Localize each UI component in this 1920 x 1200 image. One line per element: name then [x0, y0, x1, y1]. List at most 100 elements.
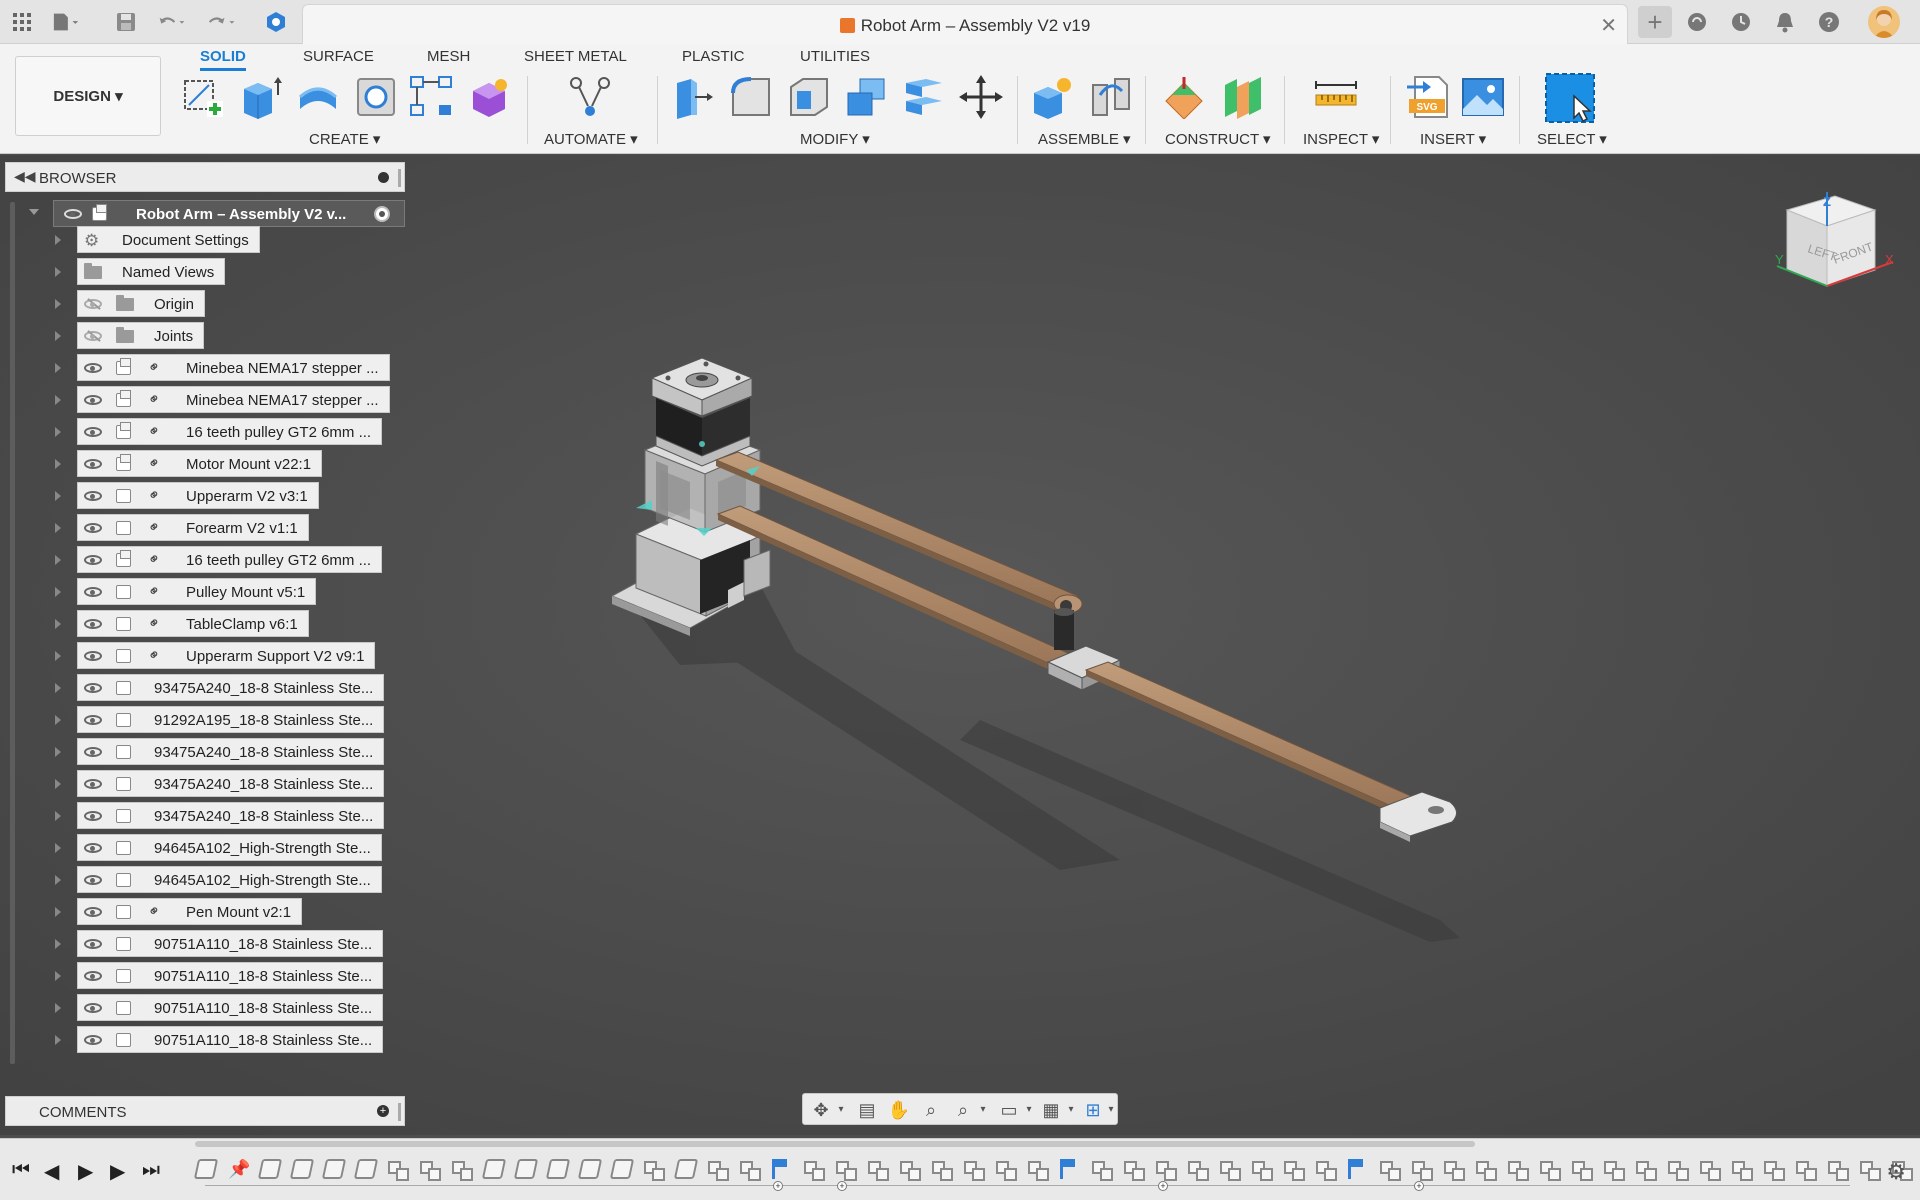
tab-mesh[interactable]: MESH — [427, 48, 470, 65]
timeline-feature-icon[interactable] — [257, 1159, 283, 1179]
browser-node[interactable]: ⚭ Upperarm V2 v3:1 — [77, 482, 319, 509]
timeline-feature-icon[interactable] — [193, 1159, 219, 1179]
browser-node[interactable]: ⚭ Upperarm Support V2 v9:1 — [77, 642, 375, 669]
tab-sheet-metal[interactable]: SHEET METAL — [524, 48, 627, 65]
timeline-feature-icon[interactable] — [644, 1159, 665, 1181]
expand-icon[interactable] — [55, 555, 61, 565]
timeline-group-marker[interactable]: + — [1158, 1181, 1168, 1191]
inspect-group-label[interactable]: INSPECT ▾ — [1303, 130, 1379, 148]
play-icon[interactable]: ▶ — [78, 1159, 93, 1184]
timeline-settings-gear-icon[interactable]: ⚙ — [1886, 1159, 1906, 1185]
select-icon[interactable] — [1544, 72, 1596, 124]
visibility-eye-icon[interactable] — [84, 683, 102, 693]
extrude-icon[interactable] — [237, 74, 283, 120]
visibility-eye-icon[interactable] — [84, 363, 102, 373]
go-to-end-icon[interactable]: ⏭ — [142, 1159, 160, 1182]
timeline-feature-icon[interactable] — [1348, 1159, 1368, 1179]
visibility-eye-icon[interactable] — [84, 491, 102, 501]
browser-node[interactable]: 94645A102_High-Strength Ste... — [77, 866, 382, 893]
timeline-feature-icon[interactable] — [836, 1159, 857, 1181]
root-expand-icon[interactable] — [29, 209, 39, 215]
select-group-label[interactable]: SELECT ▾ — [1537, 130, 1607, 148]
visibility-eye-icon[interactable] — [84, 427, 102, 437]
create-form-icon[interactable] — [466, 74, 512, 120]
joint-icon[interactable] — [1088, 74, 1134, 120]
timeline-feature-icon[interactable] — [1636, 1159, 1657, 1181]
timeline-feature-icon[interactable] — [932, 1159, 953, 1181]
visibility-eye-icon[interactable] — [84, 587, 102, 597]
browser-node[interactable]: ⚭ TableClamp v6:1 — [77, 610, 309, 637]
job-status-icon[interactable] — [262, 8, 290, 36]
stepper-motor-top[interactable] — [650, 357, 754, 467]
browser-node[interactable]: ⚭ 16 teeth pulley GT2 6mm ... — [77, 546, 382, 573]
visibility-eye-icon[interactable] — [84, 523, 102, 533]
timeline-group-marker[interactable]: + — [837, 1181, 847, 1191]
expand-icon[interactable] — [55, 779, 61, 789]
browser-node[interactable]: Joints — [77, 322, 204, 349]
browser-node[interactable]: ⚭ Pen Mount v2:1 — [77, 898, 302, 925]
timeline-feature-icon[interactable] — [1732, 1159, 1753, 1181]
timeline-feature-icon[interactable] — [1188, 1159, 1209, 1181]
panel-resize-handle[interactable] — [398, 169, 401, 187]
orbit-dropdown-icon[interactable]: ▾ — [827, 1098, 855, 1122]
offset-plane-icon[interactable] — [1161, 74, 1207, 120]
browser-node[interactable]: 90751A110_18-8 Stainless Ste... — [77, 930, 383, 957]
browser-node[interactable]: 93475A240_18-8 Stainless Ste... — [77, 770, 384, 797]
timeline-feature-icon[interactable] — [740, 1159, 761, 1181]
panel-toggle-icon[interactable] — [378, 172, 389, 183]
visibility-eye-icon[interactable] — [84, 1003, 102, 1013]
browser-node[interactable]: ⚭ Minebea NEMA17 stepper ... — [77, 386, 390, 413]
modify-group-label[interactable]: MODIFY ▾ — [800, 130, 870, 148]
visibility-eye-icon[interactable] — [84, 1035, 102, 1045]
measure-icon[interactable] — [1313, 74, 1359, 120]
pan-hand-icon[interactable]: ✋ — [885, 1098, 913, 1122]
timeline-feature-icon[interactable] — [1668, 1159, 1689, 1181]
expand-icon[interactable] — [55, 619, 61, 629]
timeline-feature-icon[interactable] — [1796, 1159, 1817, 1181]
visibility-eye-icon[interactable] — [84, 907, 102, 917]
visibility-eye-icon[interactable] — [84, 555, 102, 565]
timeline-feature-icon[interactable] — [420, 1159, 441, 1181]
visibility-eye-icon[interactable] — [84, 811, 102, 821]
expand-icon[interactable] — [55, 843, 61, 853]
timeline-feature-icon[interactable] — [1828, 1159, 1849, 1181]
zoom-icon[interactable]: ⌕ — [917, 1098, 945, 1122]
timeline-feature-icon[interactable] — [1028, 1159, 1049, 1181]
timeline-feature-icon[interactable] — [481, 1159, 507, 1179]
timeline-feature-icon[interactable] — [1444, 1159, 1465, 1181]
browser-node[interactable]: ⚭ Pulley Mount v5:1 — [77, 578, 316, 605]
step-back-icon[interactable]: ◀ — [44, 1159, 59, 1184]
workspace-switcher-button[interactable]: DESIGN ▾ — [15, 56, 161, 136]
timeline-feature-icon[interactable] — [1060, 1159, 1080, 1179]
press-pull-icon[interactable] — [670, 74, 716, 120]
expand-icon[interactable] — [55, 811, 61, 821]
collapse-panel-icon[interactable]: ◀◀ — [14, 168, 36, 185]
browser-node[interactable]: 90751A110_18-8 Stainless Ste... — [77, 962, 383, 989]
browser-node[interactable]: 91292A195_18-8 Stainless Ste... — [77, 706, 384, 733]
visibility-eye-icon[interactable] — [84, 843, 102, 853]
timeline-feature-icon[interactable] — [321, 1159, 347, 1179]
timeline-feature-icon[interactable] — [900, 1159, 921, 1181]
timeline-feature-icon[interactable] — [868, 1159, 889, 1181]
insert-canvas-icon[interactable] — [1460, 74, 1506, 120]
midplane-icon[interactable] — [1220, 74, 1266, 120]
expand-icon[interactable] — [55, 523, 61, 533]
expand-icon[interactable] — [55, 587, 61, 597]
visibility-eye-icon[interactable] — [64, 209, 82, 219]
expand-icon[interactable] — [55, 1035, 61, 1045]
timeline-feature-icon[interactable] — [1124, 1159, 1145, 1181]
browser-node[interactable]: ⚭ Minebea NEMA17 stepper ... — [77, 354, 390, 381]
expand-icon[interactable] — [55, 971, 61, 981]
browser-node[interactable]: ⚭ 16 teeth pulley GT2 6mm ... — [77, 418, 382, 445]
new-tab-icon[interactable]: + — [1638, 6, 1672, 38]
help-icon[interactable]: ? — [1815, 8, 1843, 36]
expand-icon[interactable] — [55, 1003, 61, 1013]
tab-solid[interactable]: SOLID — [200, 48, 246, 71]
app-grid-icon[interactable] — [8, 8, 36, 36]
expand-icon[interactable] — [55, 459, 61, 469]
browser-node[interactable]: ⚭ Motor Mount v22:1 — [77, 450, 322, 477]
visibility-eye-icon[interactable] — [84, 747, 102, 757]
combine-icon[interactable] — [843, 74, 889, 120]
visibility-eye-icon[interactable] — [84, 939, 102, 949]
timeline-feature-icon[interactable] — [1284, 1159, 1305, 1181]
